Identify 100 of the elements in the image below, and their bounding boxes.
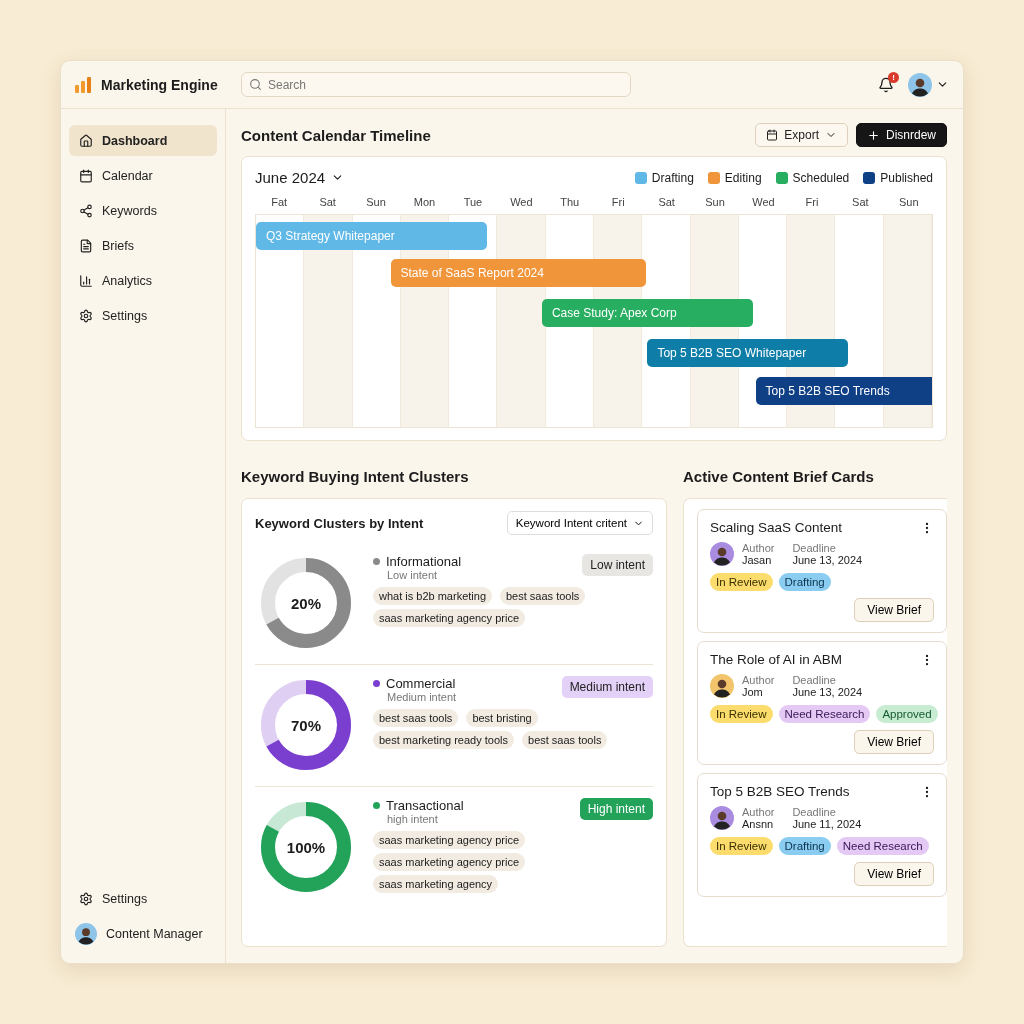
keyword-chip[interactable]: what is b2b marketing xyxy=(373,587,492,605)
sidebar-item[interactable]: Calendar xyxy=(69,160,217,191)
status-tag: Approved xyxy=(876,705,938,723)
legend-label: Drafting xyxy=(651,170,694,185)
day-label: Sun xyxy=(365,196,387,208)
keyword-chip[interactable]: saas marketing agency price xyxy=(373,831,525,849)
month-selector[interactable]: June 2024 xyxy=(255,169,326,186)
sidebar-item[interactable]: Keywords xyxy=(69,195,217,226)
day-label: Wed xyxy=(509,196,534,208)
view-brief-button[interactable]: View Brief xyxy=(854,730,934,754)
timeline-bar[interactable]: Top 5 B2B SEO Whitepaper xyxy=(647,339,849,367)
avatar xyxy=(75,922,97,945)
author-name: Jasan xyxy=(742,554,773,566)
day-label: Fri xyxy=(610,196,626,208)
nav-icon xyxy=(79,203,93,218)
day-label: Tue xyxy=(462,196,484,208)
status-tag: In Review xyxy=(710,705,773,723)
sidebar-item[interactable]: Settings xyxy=(69,883,217,914)
plus-icon xyxy=(867,128,880,142)
legend-label: Editing xyxy=(724,170,762,185)
cluster-subtitle: high intent xyxy=(387,813,439,825)
action-button[interactable]: Disnrdew xyxy=(856,123,947,147)
nav-icon xyxy=(79,273,93,288)
author-name: Ansnn xyxy=(742,818,775,830)
status-tag: In Review xyxy=(710,573,773,591)
user-avatar xyxy=(908,72,932,97)
day-label: Sat xyxy=(657,196,676,208)
brief-title: The Role of AI in ABM xyxy=(710,652,843,667)
day-label: Thu xyxy=(559,196,581,208)
cluster-name: Transactional xyxy=(386,798,464,813)
keyword-chip[interactable]: saas marketing agency xyxy=(373,875,499,893)
cluster-subtitle: Low intent xyxy=(387,569,439,581)
search-field[interactable]: Search xyxy=(241,72,631,97)
keyword-chip[interactable]: best saas tools xyxy=(373,709,459,727)
intent-dropdown[interactable]: Keyword Intent critent xyxy=(506,511,653,535)
logo-icon xyxy=(75,76,93,93)
intent-badge: Medium intent xyxy=(561,676,653,698)
nav-icon xyxy=(79,168,93,183)
notification-bell-icon[interactable] xyxy=(878,76,894,93)
keyword-chip[interactable]: best saas tools xyxy=(522,731,608,749)
brief-title: Scaling SaaS Content xyxy=(710,520,843,535)
keyword-chip[interactable]: saas marketing agency price xyxy=(373,609,525,627)
search-icon xyxy=(249,78,262,91)
author-name: Jom xyxy=(742,686,764,698)
status-tag: Need Research xyxy=(778,705,871,723)
meta-label: Author xyxy=(742,542,775,554)
card-title: Keyword Clusters by Intent xyxy=(255,515,424,531)
section-title: Content Calendar Timeline xyxy=(241,126,431,144)
day-label: Sun xyxy=(704,196,726,208)
day-label: Sat xyxy=(318,196,337,208)
day-label: Fri xyxy=(804,196,820,208)
author-avatar xyxy=(710,674,734,698)
view-brief-button[interactable]: View Brief xyxy=(854,598,934,622)
section-title: Keyword Buying Intent Clusters xyxy=(241,468,470,485)
meta-label: Deadline xyxy=(792,542,837,554)
status-tag: Drafting xyxy=(778,573,831,591)
percent-label: 100% xyxy=(285,837,327,858)
cluster-name: Commercial xyxy=(386,676,456,691)
intent-badge: Low intent xyxy=(582,554,653,576)
sidebar-item[interactable]: Analytics xyxy=(69,265,217,296)
keyword-chip[interactable]: best bristing xyxy=(466,709,538,727)
timeline-bar[interactable]: Top 5 B2B SEO Trends xyxy=(755,377,932,405)
status-tag: Drafting xyxy=(778,837,831,855)
status-tag: Need Research xyxy=(836,837,929,855)
day-label: Fat xyxy=(270,196,289,208)
sidebar-item[interactable]: Settings xyxy=(69,300,217,331)
sidebar-item[interactable]: Dashboard xyxy=(69,125,217,156)
intent-badge: High intent xyxy=(579,798,653,820)
author-avatar xyxy=(710,806,734,830)
meta-label: Author xyxy=(742,806,775,818)
app-name: Marketing Engine xyxy=(101,76,218,93)
meta-label: Deadline xyxy=(792,806,837,818)
meta-label: Author xyxy=(742,674,775,686)
keyword-chip[interactable]: best saas tools xyxy=(500,587,586,605)
deadline-date: June 11, 2024 xyxy=(792,818,862,830)
nav-icon xyxy=(79,308,93,323)
legend-label: Published xyxy=(880,170,933,185)
keyword-chip[interactable]: saas marketing agency price xyxy=(373,853,525,871)
view-brief-button[interactable]: View Brief xyxy=(854,862,934,886)
calendar-icon xyxy=(766,129,779,141)
deadline-date: June 13, 2024 xyxy=(792,554,863,566)
cluster-name: Informational xyxy=(386,554,462,569)
user-profile[interactable]: Content Manager xyxy=(69,918,217,949)
cluster-subtitle: Medium intent xyxy=(387,691,457,703)
section-title: Active Content Brief Cards xyxy=(683,468,875,485)
deadline-date: June 13, 2024 xyxy=(792,686,863,698)
day-label: Sun xyxy=(898,196,920,208)
day-label: Wed xyxy=(751,196,776,208)
day-label: Sat xyxy=(851,196,870,208)
sidebar-item[interactable]: Briefs xyxy=(69,230,217,261)
percent-label: 20% xyxy=(290,593,322,614)
nav-icon xyxy=(79,133,93,148)
settings-icon xyxy=(79,891,93,906)
status-tag: In Review xyxy=(710,837,773,855)
nav-icon xyxy=(79,238,93,253)
day-label: Mon xyxy=(412,196,437,208)
export-button[interactable]: Export xyxy=(755,123,848,147)
keyword-chip[interactable]: best marketing ready tools xyxy=(373,731,514,749)
brief-title: Top 5 B2B SEO Trends xyxy=(710,784,850,799)
legend-label: Scheduled xyxy=(792,170,850,185)
